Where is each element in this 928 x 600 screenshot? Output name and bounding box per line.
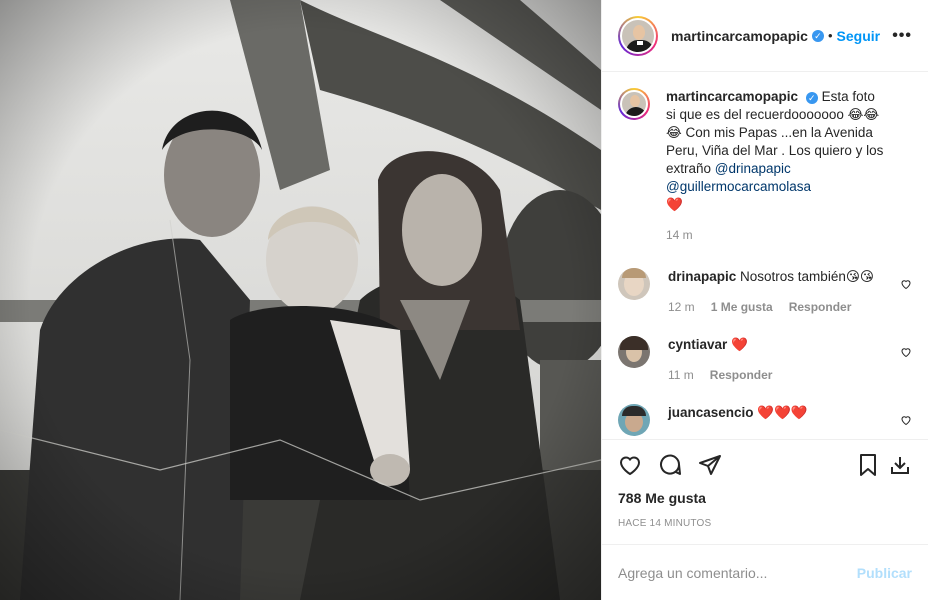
reply-button[interactable]: Responder [789,298,852,316]
author-avatar[interactable] [618,15,658,56]
likes-count[interactable]: 788 Me gusta [618,490,912,506]
author-username-text[interactable]: martincarcamopapic [671,28,808,44]
more-icon[interactable]: ••• [892,27,912,45]
commenter-avatar[interactable] [618,268,650,300]
commenter-username[interactable]: drinapapic [668,269,736,284]
author-username[interactable]: martincarcamopapic ✓ [671,28,824,44]
comment-text: ❤️ [731,337,748,352]
commenter-avatar[interactable] [618,336,650,368]
post-actions: 788 Me gusta Hace 14 minutos [602,439,928,529]
save-icon[interactable] [856,453,880,480]
publish-button[interactable]: Publicar [857,565,912,581]
heart-emoji: ❤️ [666,197,683,212]
separator-dot: • [827,28,833,43]
post-header: martincarcamopapic ✓ • Seguir ••• [602,0,928,72]
like-comment-icon[interactable] [900,346,912,361]
caption-avatar[interactable] [618,88,650,120]
post-details-pane: martincarcamopapic ✓ • Seguir ••• martin… [601,0,928,600]
comment-text: Nosotros también😘😘 [740,269,874,284]
heart-icon[interactable] [618,453,642,480]
follow-button[interactable]: Seguir [837,28,881,44]
add-comment-bar: Publicar [602,544,928,600]
like-comment-icon[interactable] [900,278,912,293]
comment-item: drinapapic Nosotros también😘😘 12 m 1 Me … [618,268,912,316]
reply-button[interactable]: Responder [710,366,773,384]
comment-likes[interactable]: 1 Me gusta [711,298,773,316]
share-icon[interactable] [698,453,722,480]
like-comment-icon[interactable] [900,414,912,429]
post-photo [0,0,601,600]
caption-username[interactable]: martincarcamopapic [666,89,798,104]
verified-icon: ✓ [811,29,824,42]
comments-list: martincarcamopapic ✓ Esta foto si que es… [602,72,928,439]
comment-item: juancasencio ❤️❤️❤️ [618,404,912,436]
mention-drinapapic[interactable]: @drinapapic [715,161,791,176]
post-timestamp[interactable]: Hace 14 minutos [618,518,912,529]
commenter-username[interactable]: cyntiavar [668,337,727,352]
comment-time[interactable]: 11 m [668,366,694,384]
comment-icon[interactable] [658,453,682,480]
commenter-username[interactable]: juancasencio [668,405,754,420]
comment-input[interactable] [618,564,857,581]
caption: martincarcamopapic ✓ Esta foto si que es… [618,88,912,244]
commenter-avatar[interactable] [618,404,650,436]
comment-time[interactable]: 12 m [668,298,695,316]
caption-time[interactable]: 14 m [666,226,693,244]
comment-item: cyntiavar ❤️ 11 m Responder [618,336,912,384]
download-icon[interactable] [888,453,912,480]
comment-text: ❤️❤️❤️ [757,405,808,420]
verified-icon: ✓ [805,92,818,104]
mention-guillermocarcamolasa[interactable]: @guillermocarcamolasa [666,179,811,194]
